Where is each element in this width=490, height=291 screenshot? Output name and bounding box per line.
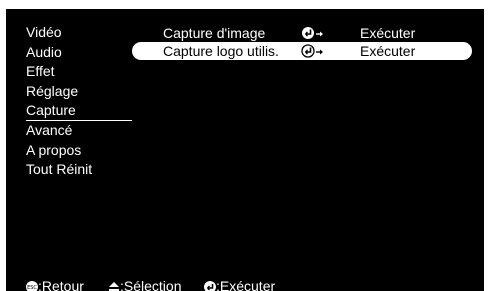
esc-icon: ESC	[26, 278, 38, 291]
status-execute-label: :Exécuter	[216, 278, 276, 291]
option-row-capture-image[interactable]: Capture d'image Exécuter	[132, 24, 472, 42]
menu-item-video[interactable]: Vidéo	[26, 23, 132, 43]
projector-menu-screen: Vidéo Audio Effet Réglage Capture Avancé…	[6, 9, 484, 291]
menu-item-audio[interactable]: Audio	[26, 43, 132, 63]
svg-text:ESC: ESC	[27, 285, 37, 291]
option-row-capture-logo[interactable]: Capture logo utilis. Exécuter	[132, 42, 472, 60]
menu-item-capture[interactable]: Capture	[26, 101, 132, 121]
option-value: Exécuter	[360, 43, 416, 59]
main-menu: Vidéo Audio Effet Réglage Capture Avancé…	[26, 23, 132, 180]
menu-item-tout-reinit[interactable]: Tout Réinit	[26, 160, 132, 180]
menu-item-avance[interactable]: Avancé	[26, 121, 132, 141]
menu-item-reglage[interactable]: Réglage	[26, 82, 132, 102]
option-label: Capture logo utilis.	[163, 43, 279, 59]
option-value: Exécuter	[360, 25, 416, 41]
status-select-label: :Sélection	[120, 278, 182, 291]
status-back: ESC :Retour	[26, 278, 84, 291]
enter-arrow-icon	[301, 24, 327, 42]
enter-icon	[204, 278, 216, 291]
menu-item-a-propos[interactable]: A propos	[26, 141, 132, 161]
option-label: Capture d'image	[163, 25, 266, 41]
up-down-icon	[108, 278, 120, 291]
status-back-label: :Retour	[38, 278, 84, 291]
capture-options-list: Capture d'image Exécuter Capture logo ut…	[132, 24, 472, 60]
status-execute: :Exécuter	[204, 278, 275, 291]
status-select: :Sélection	[108, 278, 181, 291]
enter-arrow-icon	[301, 42, 327, 60]
menu-item-effet[interactable]: Effet	[26, 62, 132, 82]
